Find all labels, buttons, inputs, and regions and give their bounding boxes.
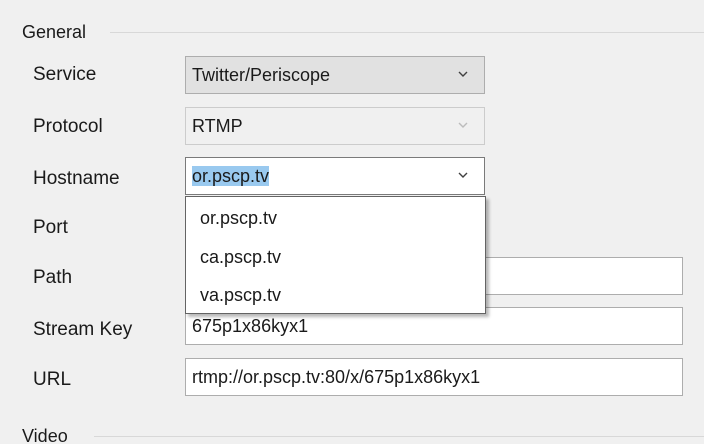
group-video-title: Video [22, 425, 68, 444]
hostname-combobox[interactable]: or.pscp.tv [185, 157, 485, 195]
service-select-value: Twitter/Periscope [192, 65, 331, 85]
service-label: Service [33, 64, 97, 85]
group-general-divider [110, 32, 704, 33]
port-label: Port [33, 217, 68, 238]
hostname-option-label: va.pscp.tv [200, 285, 282, 305]
chevron-down-icon[interactable] [456, 168, 470, 182]
url-field-value: rtmp://or.pscp.tv:80/x/675p1x86kyx1 [192, 367, 481, 387]
hostname-label: Hostname [33, 168, 120, 189]
service-select[interactable]: Twitter/Periscope [185, 56, 485, 94]
url-label: URL [33, 369, 72, 390]
chevron-down-icon [458, 122, 468, 128]
stream-key-field-value: 675p1x86kyx1 [192, 316, 309, 336]
path-label: Path [33, 267, 73, 288]
hostname-selected-text: or.pscp.tv [192, 166, 270, 186]
url-field[interactable]: rtmp://or.pscp.tv:80/x/675p1x86kyx1 [185, 358, 683, 396]
group-video-divider [94, 436, 704, 437]
hostname-option[interactable]: or.pscp.tv [186, 199, 485, 235]
stream-key-label: Stream Key [33, 319, 133, 340]
hostname-option[interactable]: va.pscp.tv [186, 276, 485, 312]
hostname-option[interactable]: ca.pscp.tv [186, 238, 485, 274]
protocol-select: RTMP [185, 107, 485, 145]
group-general-title: General [22, 21, 87, 42]
hostname-option-label: or.pscp.tv [200, 208, 278, 228]
protocol-select-value: RTMP [192, 116, 243, 136]
hostname-dropdown-list: or.pscp.tv ca.pscp.tv va.pscp.tv [185, 196, 486, 314]
hostname-input[interactable]: or.pscp.tv [192, 165, 270, 187]
protocol-label: Protocol [33, 116, 103, 137]
chevron-down-icon [458, 71, 468, 77]
hostname-option-label: ca.pscp.tv [200, 247, 282, 267]
stream-settings-panel: General Service Twitter/Periscope Protoc… [0, 0, 704, 444]
